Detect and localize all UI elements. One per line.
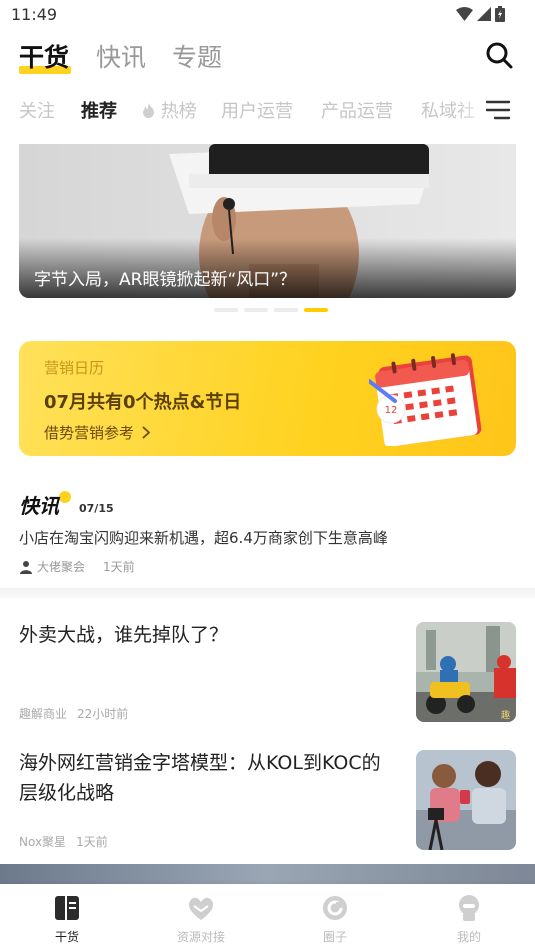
circle-icon <box>323 896 347 920</box>
article-time: 1天前 <box>76 835 108 849</box>
banner-caption: 字节入局，AR眼镜掀起新“风口”？ <box>34 270 297 290</box>
calendar-illustration-day: 12 <box>385 405 398 416</box>
search-button[interactable] <box>484 40 514 70</box>
calendar-illustration-icon: 12 <box>369 353 482 446</box>
nav-circle-label: 圈子 <box>322 930 347 944</box>
carousel-indicator <box>214 308 328 312</box>
article-title: 海外网红营销金字塔模型：从KOL到KOC的层级化战略 <box>19 752 381 804</box>
carousel-dot[interactable] <box>214 308 238 312</box>
status-icons <box>456 6 505 22</box>
tab-topics[interactable]: 专题 <box>172 38 222 74</box>
nav-resources-label: 资源对接 <box>176 930 225 944</box>
handshake-heart-icon <box>188 897 214 920</box>
sub-tab-bar: 关注 推荐 热榜 用户运营 产品运营 私域社 <box>0 94 535 124</box>
section-divider <box>0 588 535 598</box>
channel-menu-button[interactable] <box>485 99 511 121</box>
thumbnail-watermark: 趣 <box>501 709 510 721</box>
tab-flash[interactable]: 快讯 <box>96 38 146 74</box>
article-source: 趣解商业 <box>19 707 68 721</box>
next-article-preview <box>0 864 535 886</box>
battery-icon <box>495 6 505 22</box>
nav-dry-goods-label: 干货 <box>54 930 79 944</box>
book-icon <box>55 896 79 920</box>
nav-profile-label: 我的 <box>456 930 481 944</box>
nav-profile[interactable]: 我的 <box>402 884 535 951</box>
article-card[interactable]: 外卖大战，谁先掉队了？ 趣解商业 22小时前 趣 <box>19 622 516 722</box>
article-meta: 趣解商业 22小时前 <box>19 705 128 722</box>
flash-news-time: 1天前 <box>103 560 135 574</box>
carousel-dot-active[interactable] <box>304 308 328 312</box>
article-thumbnail-image <box>416 750 516 850</box>
chevron-right-icon <box>142 426 151 439</box>
calendar-card-label: 营销日历 <box>44 359 105 377</box>
carousel-dot[interactable] <box>274 308 298 312</box>
flame-icon <box>143 103 154 118</box>
nav-resources[interactable]: 资源对接 <box>134 884 268 951</box>
calendar-card-link-label: 借势营销参考 <box>44 424 135 442</box>
status-time: 11:49 <box>11 5 58 24</box>
flash-news-source: 大佬聚会 <box>37 560 86 574</box>
flash-news-date: 07/15 <box>79 502 114 515</box>
signal-icon <box>477 7 491 21</box>
article-thumbnail: 趣 <box>416 622 516 722</box>
subtab-user-ops[interactable]: 用户运营 <box>221 97 293 123</box>
status-bar: 11:49 <box>0 0 535 30</box>
nav-circle[interactable]: 圈子 <box>268 884 402 951</box>
carousel-dot[interactable] <box>244 308 268 312</box>
article-title: 外卖大战，谁先掉队了？ <box>19 624 229 646</box>
tab-dry-goods[interactable]: 干货 <box>19 38 69 74</box>
flash-logo-dot <box>59 491 71 503</box>
search-icon <box>486 42 513 69</box>
subtab-recommend[interactable]: 推荐 <box>81 97 117 123</box>
article-source: Nox聚星 <box>19 835 67 849</box>
marketing-calendar-card[interactable]: 营销日历 07月共有0个热点&节日 借势营销参考 12 <box>19 341 516 456</box>
calendar-card-link[interactable]: 借势营销参考 <box>44 422 151 443</box>
article-thumbnail-image: 趣 <box>416 622 516 722</box>
calendar-card-title: 07月共有0个热点&节日 <box>44 392 242 413</box>
wifi-icon <box>456 7 473 21</box>
author-avatar-icon <box>20 560 32 574</box>
menu-icon <box>485 100 511 120</box>
flash-news-logo: 快讯 <box>19 494 59 518</box>
nav-dry-goods[interactable]: 干货 <box>0 884 134 951</box>
bottom-navigation: 干货 资源对接 圈子 我的 <box>0 884 535 951</box>
article-meta: Nox聚星 1天前 <box>19 833 108 850</box>
flash-news-meta: 大佬聚会 1天前 <box>19 558 135 575</box>
article-time: 22小时前 <box>77 707 129 721</box>
banner-carousel[interactable]: 字节入局，AR眼镜掀起新“风口”？ <box>19 144 516 298</box>
flash-news-section[interactable]: 快讯 07/15 小店在淘宝闪购迎来新机遇，超6.4万商家创下生意高峰 大佬聚会… <box>19 490 516 580</box>
article-thumbnail <box>416 750 516 850</box>
profile-icon <box>459 895 479 921</box>
subtab-follow[interactable]: 关注 <box>19 97 55 123</box>
article-card[interactable]: 海外网红营销金字塔模型：从KOL到KOC的层级化战略 Nox聚星 1天前 <box>19 750 516 850</box>
subtab-hot-label: 热榜 <box>160 101 197 122</box>
flash-news-headline[interactable]: 小店在淘宝闪购迎来新机遇，超6.4万商家创下生意高峰 <box>19 527 388 548</box>
header: 干货 快讯 专题 <box>0 36 535 80</box>
subtab-hot[interactable]: 热榜 <box>142 97 197 123</box>
subtab-product-ops[interactable]: 产品运营 <box>321 97 393 123</box>
